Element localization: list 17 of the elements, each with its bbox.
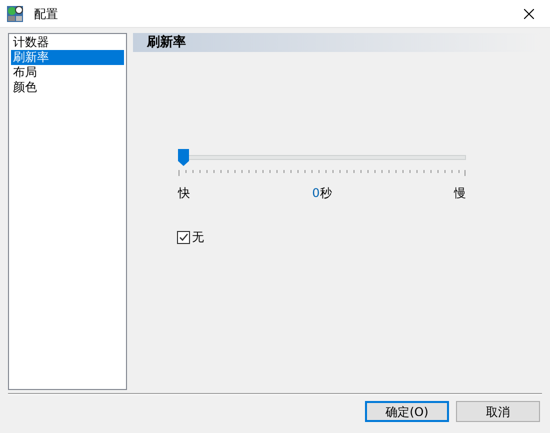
list-item[interactable]: 布局: [11, 65, 124, 80]
dialog-button[interactable]: 取消: [456, 401, 540, 422]
min-label: 快: [178, 185, 190, 202]
none-checkbox[interactable]: 无: [177, 228, 542, 246]
checkbox[interactable]: [177, 230, 190, 244]
list-item[interactable]: 颜色: [11, 80, 124, 95]
app-icon: [6, 4, 24, 22]
window-title: 配置: [34, 6, 58, 22]
slider-value: 0: [312, 185, 320, 202]
unit-label: 秒: [320, 185, 332, 202]
max-label: 慢: [454, 185, 466, 202]
list-item[interactable]: 计数器: [11, 35, 124, 50]
close-icon: [524, 8, 534, 18]
slider-thumb[interactable]: [178, 149, 189, 166]
dialog-button[interactable]: 确定(O): [365, 401, 449, 422]
slider[interactable]: [178, 149, 466, 166]
list-item[interactable]: 刷新率: [11, 50, 124, 65]
